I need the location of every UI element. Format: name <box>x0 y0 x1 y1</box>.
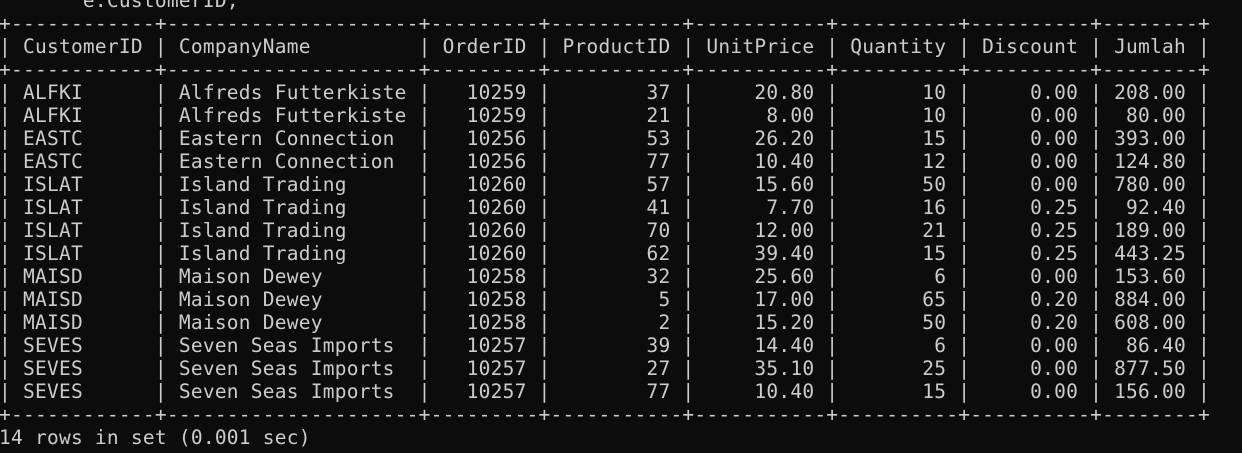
table-row: | ISLAT | Island Trading | 10260 | 41 | … <box>0 196 1210 219</box>
table-row: | SEVES | Seven Seas Imports | 10257 | 2… <box>0 357 1210 380</box>
terminal-window[interactable]: e.CustomerID; +------------+-------------… <box>0 0 1242 453</box>
table-row: | MAISD | Maison Dewey | 10258 | 32 | 25… <box>0 265 1210 288</box>
table-row: | ISLAT | Island Trading | 10260 | 62 | … <box>0 242 1210 265</box>
query-status-line: 14 rows in set (0.001 sec) <box>0 426 311 449</box>
table-row: | ALFKI | Alfreds Futterkiste | 10259 | … <box>0 81 1210 104</box>
table-border-top: +------------+---------------------+----… <box>0 12 1210 35</box>
table-border-bottom: +------------+---------------------+----… <box>0 403 1210 426</box>
table-row: | MAISD | Maison Dewey | 10258 | 5 | 17.… <box>0 288 1210 311</box>
previous-command-line: e.CustomerID; <box>0 0 239 12</box>
table-row: | EASTC | Eastern Connection | 10256 | 5… <box>0 127 1210 150</box>
table-row: | MAISD | Maison Dewey | 10258 | 2 | 15.… <box>0 311 1210 334</box>
table-row: | ISLAT | Island Trading | 10260 | 57 | … <box>0 173 1210 196</box>
table-row: | EASTC | Eastern Connection | 10256 | 7… <box>0 150 1210 173</box>
table-row: | ISLAT | Island Trading | 10260 | 70 | … <box>0 219 1210 242</box>
table-header-row: | CustomerID | CompanyName | OrderID | P… <box>0 35 1210 58</box>
table-row: | SEVES | Seven Seas Imports | 10257 | 7… <box>0 380 1210 403</box>
table-border-header: +------------+---------------------+----… <box>0 58 1210 81</box>
table-row: | ALFKI | Alfreds Futterkiste | 10259 | … <box>0 104 1210 127</box>
terminal-output: e.CustomerID; +------------+-------------… <box>0 0 1210 449</box>
table-row: | SEVES | Seven Seas Imports | 10257 | 3… <box>0 334 1210 357</box>
